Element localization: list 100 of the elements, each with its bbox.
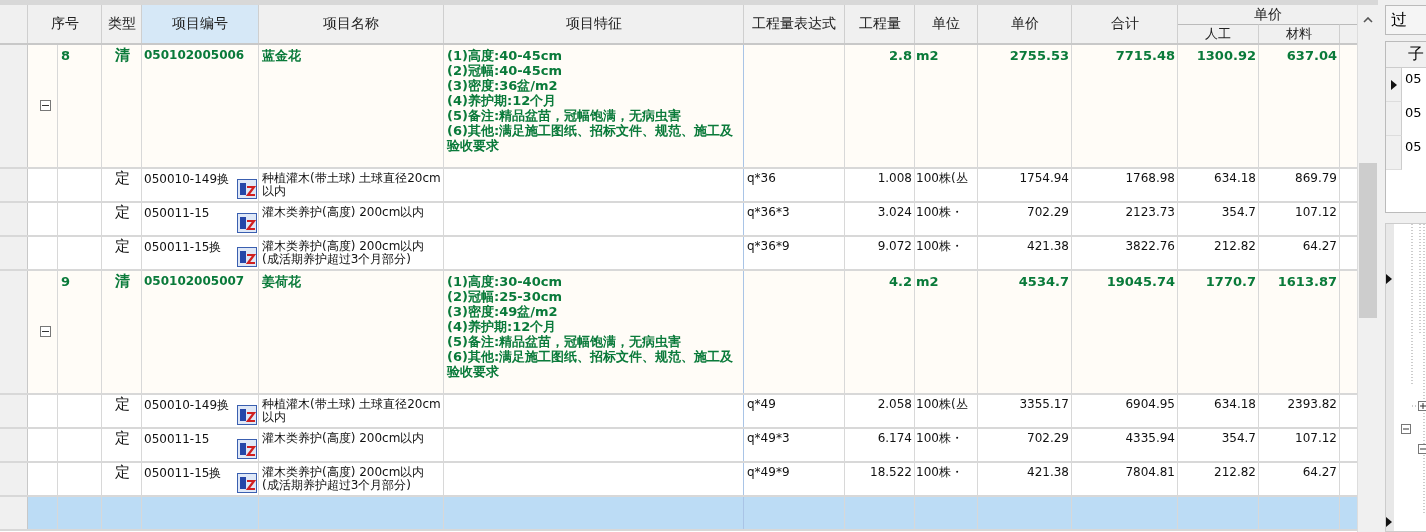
table-cell: 050010-149换 — [144, 398, 230, 413]
table-cell: 定 — [102, 463, 142, 495]
table-cell: 灌木类养护(高度) 200cm以内(成活期养护超过3个月部分) — [259, 463, 444, 495]
table-cell: 4534.7 — [978, 271, 1072, 393]
table-cell: 9 — [58, 271, 102, 393]
table-cell: 702.29 — [978, 203, 1072, 235]
table-cell: 灌木类养护(高度) 200cm以内 — [259, 429, 444, 461]
table-cell: 702.29 — [978, 429, 1072, 461]
table-cell: 清 — [102, 45, 142, 167]
tile-icon — [237, 179, 257, 199]
table-cell: 定 — [102, 203, 142, 235]
table-cell: 2.8 — [845, 45, 915, 167]
right-arrow-icon[interactable] — [1386, 517, 1392, 527]
table-row[interactable] — [0, 497, 1357, 531]
table-cell: q*36*3 — [744, 203, 845, 235]
table-cell: 定 — [102, 237, 142, 269]
table-cell: q*49*9 — [744, 463, 845, 495]
table-cell: 050011-15 — [144, 206, 210, 221]
table-row[interactable]: 8 清 050102005006 蓝金花 (1)高度:40-45cm (2)冠幅:40-45cm (3)密度:36盆/m2 (4)养护期:12个月 (5)备注:精品盆苗，冠幅饱满，无病虫害 (6)其他:满足施工图纸、招标文件、规范、施工及验收要求 2.8 m2 2755.53 7715.48 1300.92 637.04 — [0, 45, 1357, 169]
table-cell: 18.522 — [845, 463, 915, 495]
row-pointer-icon — [1390, 79, 1397, 90]
table-cell: 3.024 — [845, 203, 915, 235]
table-row[interactable]: 定 050010-149换 种植灌木(带土球) 土球直径20cm以内 q*36 1.008 100株(丛 1754.94 1768.98 634.18 869.79 — [0, 169, 1357, 203]
filter-tab[interactable]: 过 — [1385, 5, 1426, 35]
table-cell: 64.27 — [1259, 237, 1340, 269]
table-cell: 100株(丛 — [915, 169, 978, 201]
table-cell: 8 — [58, 45, 102, 167]
table-cell: 050011-15换 — [144, 466, 222, 481]
collapse-icon[interactable] — [40, 326, 51, 337]
table-row[interactable]: 定 050010-149换 种植灌木(带土球) 土球直径20cm以内 q*49 2.058 100株(丛 3355.17 6904.95 634.18 2393.82 — [0, 395, 1357, 429]
table-cell: 1613.87 — [1259, 271, 1340, 393]
feature-line: (1)高度:30-40cm — [447, 274, 563, 289]
vertical-scrollbar[interactable] — [1357, 5, 1378, 532]
table-cell: 2123.73 — [1072, 203, 1178, 235]
table-cell: 3355.17 — [978, 395, 1072, 427]
table-cell: 1768.98 — [1072, 169, 1178, 201]
table-cell: 定 — [102, 395, 142, 427]
tile-icon — [237, 473, 257, 493]
table-cell: q*36*9 — [744, 237, 845, 269]
table-cell: 634.18 — [1178, 169, 1259, 201]
feature-line: (1)高度:40-45cm — [447, 48, 563, 63]
table-cell: 2393.82 — [1259, 395, 1340, 427]
table-cell: 6904.95 — [1072, 395, 1178, 427]
table-cell: 4.2 — [845, 271, 915, 393]
table-row[interactable]: 定 050011-15 灌木类养护(高度) 200cm以内 q*49*3 6.174 100株・ 702.29 4335.94 354.7 107.12 — [0, 429, 1357, 463]
table-cell: 2755.53 — [978, 45, 1072, 167]
table-row[interactable]: 定 050011-15换 灌木类养护(高度) 200cm以内(成活期养护超过3个月部分) q*49*9 18.522 100株・ 421.38 7804.81 212.82 64.27 — [0, 463, 1357, 497]
table-cell: 107.12 — [1259, 203, 1340, 235]
column-header: 子 — [1386, 42, 1426, 68]
feature-line: (5)备注:精品盆苗，冠幅饱满，无病虫害 — [447, 108, 683, 123]
table-cell: 6.174 — [845, 429, 915, 461]
table-row[interactable]: 9 清 050102005007 姜荷花 (1)高度:30-40cm (2)冠幅:25-30cm (3)密度:49盆/m2 (4)养护期:12个月 (5)备注:精品盆苗，冠幅饱满，无病虫害 (6)其他:满足施工图纸、招标文件、规范、施工及验收要求 4.2 m2 4534.7 19045.74 1770.7 1613.87 — [0, 271, 1357, 395]
table-row[interactable]: 定 050011-15 灌木类养护(高度) 200cm以内 q*36*3 3.024 100株・ 702.29 2123.73 354.7 107.12 — [0, 203, 1357, 237]
table-cell: 107.12 — [1259, 429, 1340, 461]
feature-line: (4)养护期:12个月 — [447, 319, 558, 334]
feature-line: (6)其他:满足施工图纸、招标文件、规范、施工及验收要求 — [447, 123, 735, 153]
table-cell: 637.04 — [1259, 45, 1340, 167]
table-cell: 7715.48 — [1072, 45, 1178, 167]
table-cell: 定 — [102, 429, 142, 461]
table-cell: 421.38 — [978, 237, 1072, 269]
feature-line: (2)冠幅:25-30cm — [447, 289, 563, 304]
table-cell: 定 — [102, 169, 142, 201]
table-cell: 3822.76 — [1072, 237, 1178, 269]
table-cell: 种植灌木(带土球) 土球直径20cm以内 — [259, 169, 444, 201]
right-arrow-icon[interactable] — [1386, 274, 1392, 284]
table-cell: 1300.92 — [1178, 45, 1259, 167]
table-cell: 灌木类养护(高度) 200cm以内 — [259, 203, 444, 235]
column-header[interactable]: 人工 — [1178, 24, 1259, 43]
table-cell: 蓝金花 — [259, 45, 444, 167]
table-row[interactable]: 定 050011-15换 灌木类养护(高度) 200cm以内(成活期养护超过3个月部分) q*36*9 9.072 100株・ 421.38 3822.76 212.82 64.27 — [0, 237, 1357, 271]
chevron-up-icon[interactable] — [1363, 17, 1373, 23]
table-cell: 清 — [102, 271, 142, 393]
tile-icon — [237, 213, 257, 233]
table-cell: 4335.94 — [1072, 429, 1178, 461]
feature-line: (3)密度:36盆/m2 — [447, 78, 559, 93]
table-cell: 634.18 — [1178, 395, 1259, 427]
feature-line: (5)备注:精品盆苗，冠幅饱满，无病虫害 — [447, 334, 683, 349]
table-cell: m2 — [915, 45, 978, 167]
table-cell: 100株・ — [915, 237, 978, 269]
table-cell: 7804.81 — [1072, 463, 1178, 495]
table-cell: 354.7 — [1178, 429, 1259, 461]
table-cell: 100株・ — [915, 463, 978, 495]
table-cell: 212.82 — [1178, 463, 1259, 495]
tile-icon — [237, 405, 257, 425]
table-cell: 100株・ — [915, 203, 978, 235]
feature-line: (3)密度:49盆/m2 — [447, 304, 559, 319]
table-cell: 421.38 — [978, 463, 1072, 495]
table-cell: 050102005006 — [144, 48, 245, 63]
table-cell: q*36 — [744, 169, 845, 201]
column-header[interactable]: 项目编号 — [142, 5, 259, 43]
table-cell: 1754.94 — [978, 169, 1072, 201]
table-cell: m2 — [915, 271, 978, 393]
table-cell: 2.058 — [845, 395, 915, 427]
column-header[interactable]: 材料 — [1259, 24, 1340, 43]
table-cell: 100株(丛 — [915, 395, 978, 427]
table-cell: 姜荷花 — [259, 271, 444, 393]
table-cell: 050011-15 — [144, 432, 210, 447]
table-cell: 1770.7 — [1178, 271, 1259, 393]
row-header[interactable] — [1386, 68, 1402, 102]
collapse-icon[interactable] — [40, 100, 51, 111]
